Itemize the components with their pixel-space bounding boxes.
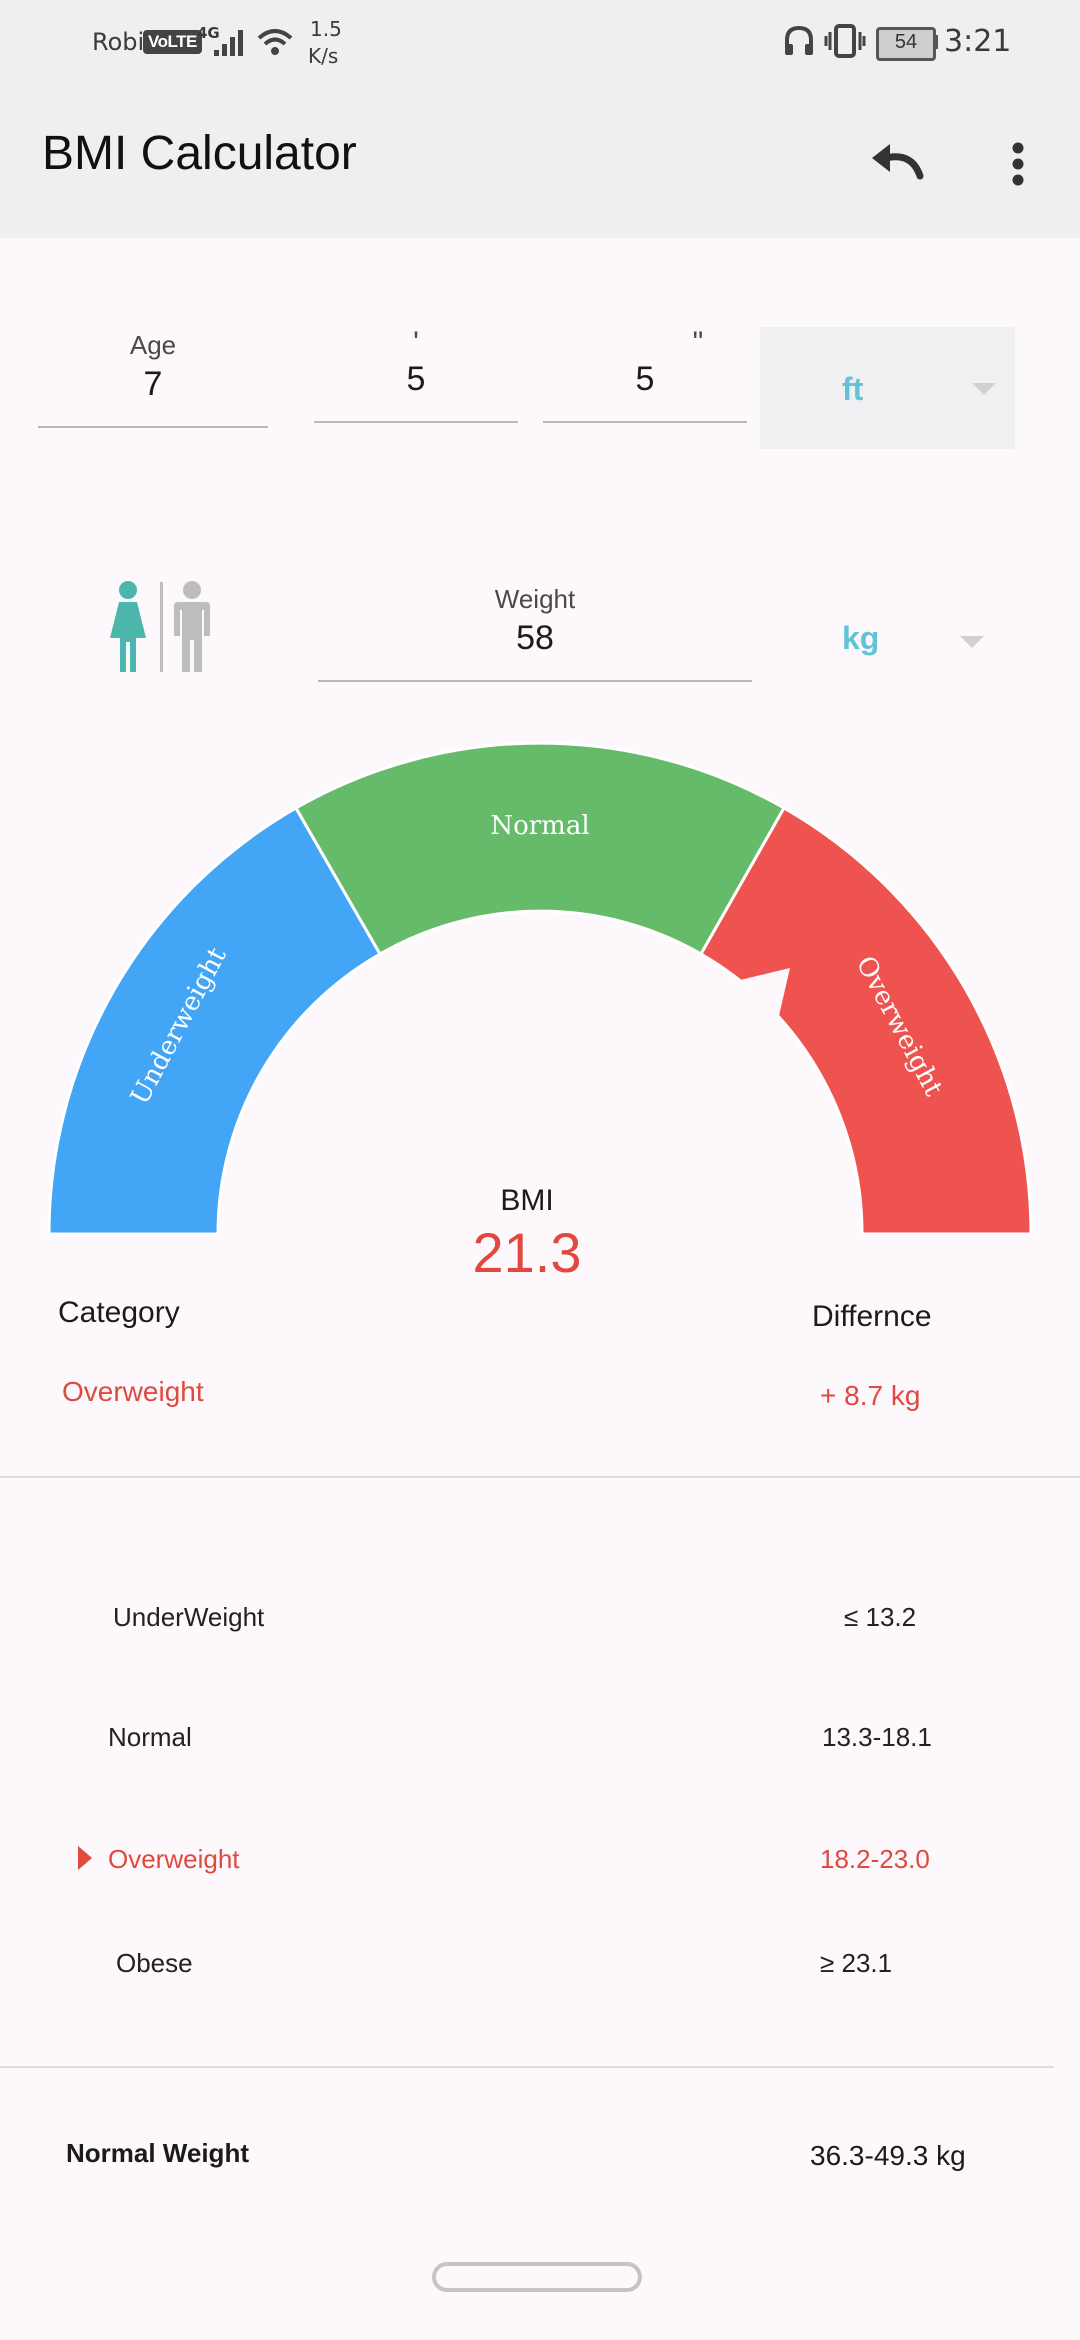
divider [0,1476,1080,1478]
inches-field[interactable]: " 5 [543,326,747,423]
feet-underline [314,421,518,423]
gauge-segment-normal [293,741,787,957]
carrier-name: Robi [92,28,145,56]
weight-unit-dropdown[interactable]: kg [810,600,1010,680]
bmi-label: BMI [500,1184,554,1217]
gauge-label-normal: Normal [490,811,589,841]
selected-indicator-icon [78,1846,92,1870]
chevron-down-icon [960,636,984,648]
height-unit-value: ft [842,371,864,407]
gauge-segment-underweight [47,805,383,1236]
more-vert-icon[interactable] [1006,140,1030,188]
home-indicator[interactable] [432,2262,642,2292]
divider [0,2066,1054,2068]
net-speed-unit: K/s [308,44,339,68]
range-label-normal: Normal [108,1722,192,1752]
feet-value[interactable]: 5 [314,360,518,399]
bmi-value: 21.3 [472,1221,582,1284]
age-value[interactable]: 7 [38,365,268,404]
weight-field[interactable]: Weight 58 [318,584,752,682]
battery-tip [933,35,938,49]
battery-icon: 54 [876,27,936,61]
normal-weight-label: Normal Weight [66,2138,249,2168]
wifi-icon [257,29,293,55]
status-bar: Robi VoLTE 4G 1.5 K/s 54 3:21 [0,0,1080,82]
gender-divider [160,582,163,672]
age-field[interactable]: Age 7 [38,330,268,428]
net-speed-value: 1.5 [310,17,342,41]
inches-underline [543,421,747,423]
chevron-down-icon [972,383,996,395]
difference-value: + 8.7 kg [820,1380,921,1411]
app-bar: BMI Calculator [0,82,1080,238]
range-value-underweight: ≤ 13.2 [844,1602,917,1632]
normal-weight-value: 36.3-49.3 kg [810,2140,966,2171]
bmi-gauge: Underweight Normal Overweight [47,741,1033,1236]
age-underline [38,426,268,428]
range-value-overweight: 18.2-23.0 [820,1844,930,1874]
range-value-obese: ≥ 23.1 [820,1948,893,1978]
weight-underline [318,680,752,682]
female-icon[interactable] [106,580,150,674]
height-unit-dropdown[interactable]: ft [760,327,1015,449]
volte-badge: VoLTE [143,30,202,54]
signal-icon [214,30,243,56]
range-label-overweight: Overweight [108,1844,240,1874]
headphones-icon [785,25,813,55]
difference-label: Differnce [812,1300,932,1333]
weight-unit-value: kg [842,620,880,656]
clock: 3:21 [944,24,1012,59]
inches-value[interactable]: 5 [543,360,747,399]
age-label: Age [129,330,177,360]
feet-field[interactable]: ' 5 [314,326,518,423]
page-title: BMI Calculator [42,127,357,180]
category-value: Overweight [62,1376,204,1407]
gauge-segment-overweight [698,805,1033,1236]
vibrate-icon [824,24,866,58]
inches-symbol: " [692,326,704,359]
feet-symbol: ' [413,326,419,359]
weight-value[interactable]: 58 [318,619,752,658]
range-label-obese: Obese [116,1948,193,1978]
male-icon[interactable] [170,580,214,674]
undo-icon[interactable] [868,140,926,186]
weight-label: Weight [494,584,576,614]
category-label: Category [58,1296,180,1329]
range-label-underweight: UnderWeight [113,1602,265,1632]
range-value-normal: 13.3-18.1 [822,1722,932,1752]
battery-level: 54 [894,31,918,53]
